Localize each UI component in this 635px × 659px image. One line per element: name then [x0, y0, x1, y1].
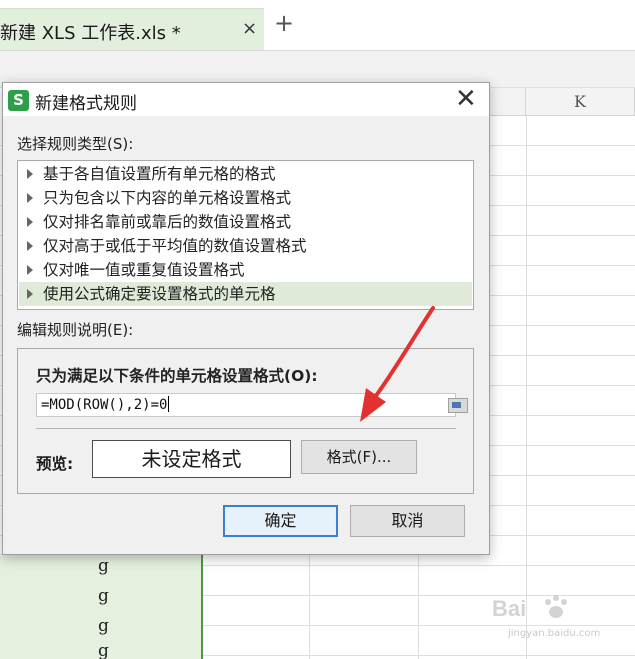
wps-logo-icon: S	[8, 90, 29, 111]
new-format-rule-dialog: S 新建格式规则 ✕ 选择规则类型(S): 基于各自值设置所有单元格的格式 只为…	[2, 82, 490, 555]
cell-value[interactable]: g	[98, 616, 109, 636]
tab-bar: 新建 XLS 工作表.xls * × +	[0, 0, 635, 51]
rule-item[interactable]: 仅对唯一值或重复值设置格式	[19, 258, 472, 282]
close-icon[interactable]: ✕	[455, 85, 477, 113]
range-picker-icon[interactable]	[448, 398, 468, 413]
rule-item-label: 仅对排名靠前或靠后的数值设置格式	[43, 213, 292, 231]
rule-description-group: 只为满足以下条件的单元格设置格式(O): =MOD(ROW(),2)=0 预览:…	[17, 348, 474, 494]
format-button[interactable]: 格式(F)...	[301, 440, 417, 474]
triangle-right-icon	[27, 217, 33, 227]
triangle-right-icon	[27, 289, 33, 299]
cell-value[interactable]: g	[98, 556, 109, 576]
baidu-watermark: Bai jingyan.baidu.com	[488, 586, 628, 646]
rule-description-label: 编辑规则说明(E):	[17, 321, 134, 339]
rule-item[interactable]: 只为包含以下内容的单元格设置格式	[19, 186, 472, 210]
ok-button[interactable]: 确定	[223, 505, 338, 537]
triangle-right-icon	[27, 193, 33, 203]
cell-value[interactable]: g	[98, 586, 109, 606]
formula-text: =MOD(ROW(),2)=0	[41, 397, 168, 413]
rule-item[interactable]: 基于各自值设置所有单元格的格式	[19, 162, 472, 186]
document-tab-title: 新建 XLS 工作表.xls *	[0, 23, 181, 44]
rule-type-list[interactable]: 基于各自值设置所有单元格的格式 只为包含以下内容的单元格设置格式 仅对排名靠前或…	[17, 160, 474, 310]
rule-item-label: 只为包含以下内容的单元格设置格式	[43, 189, 292, 207]
preview-label: 预览:	[36, 455, 74, 473]
grid-vline	[526, 116, 527, 659]
rule-item-selected[interactable]: 使用公式确定要设置格式的单元格	[19, 282, 472, 306]
rule-item-label: 基于各自值设置所有单元格的格式	[43, 165, 276, 183]
rule-item[interactable]: 仅对排名靠前或靠后的数值设置格式	[19, 210, 472, 234]
triangle-right-icon	[27, 265, 33, 275]
close-tab-icon[interactable]: ×	[242, 18, 257, 39]
rule-type-label: 选择规则类型(S):	[17, 135, 134, 153]
rule-item-label: 仅对高于或低于平均值的数值设置格式	[43, 237, 307, 255]
rule-item-label: 仅对唯一值或重复值设置格式	[43, 261, 245, 279]
rule-item-label: 使用公式确定要设置格式的单元格	[43, 285, 276, 303]
formula-input[interactable]: =MOD(ROW(),2)=0	[36, 393, 468, 417]
dialog-titlebar[interactable]: S 新建格式规则 ✕	[3, 83, 489, 116]
new-tab-plus-icon[interactable]: +	[274, 11, 294, 35]
triangle-right-icon	[27, 169, 33, 179]
divider	[36, 428, 456, 429]
document-tab[interactable]: 新建 XLS 工作表.xls * ×	[0, 8, 264, 50]
selection-border	[201, 553, 203, 659]
svg-text:Bai: Bai	[492, 596, 526, 621]
text-caret	[168, 396, 170, 412]
preview-box: 未设定格式	[92, 440, 291, 478]
cancel-button[interactable]: 取消	[350, 505, 465, 537]
rule-item[interactable]: 仅对高于或低于平均值的数值设置格式	[19, 234, 472, 258]
condition-label: 只为满足以下条件的单元格设置格式(O):	[36, 367, 318, 385]
triangle-right-icon	[27, 241, 33, 251]
cell-value[interactable]: g	[98, 641, 109, 659]
dialog-title: 新建格式规则	[35, 94, 137, 114]
baidu-paw-logo-icon: Bai	[492, 595, 567, 621]
column-header-k[interactable]: K	[526, 88, 635, 116]
watermark-text: jingyan.baidu.com	[508, 628, 601, 639]
